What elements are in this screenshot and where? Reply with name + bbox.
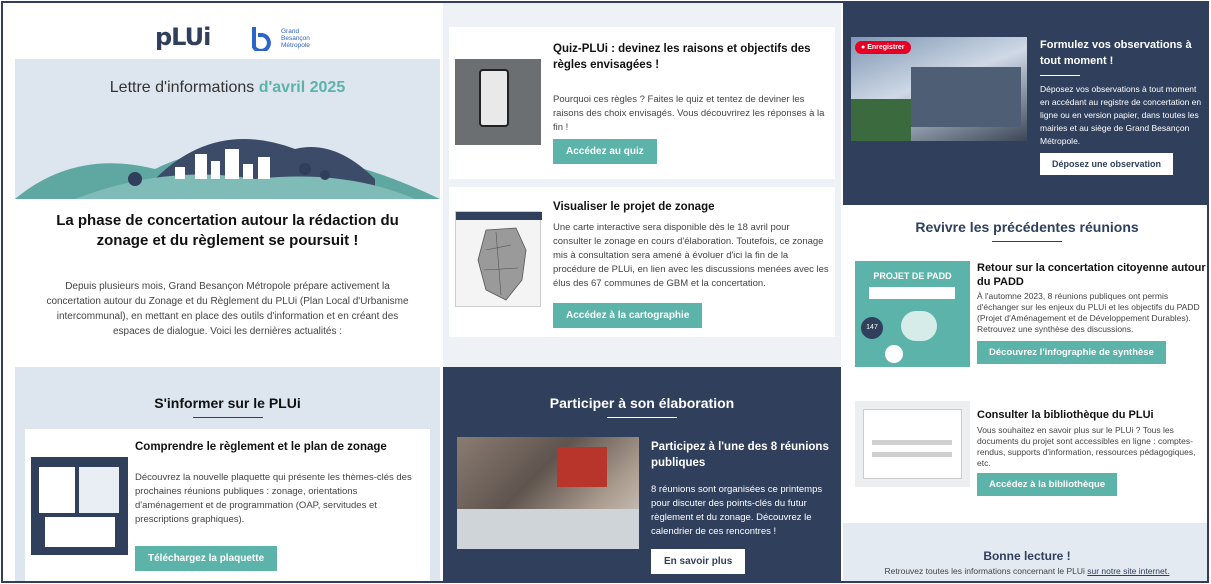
- padd-thumb-title: PROJET DE PADD: [873, 271, 952, 281]
- observations-text: Déposez vos observations à tout moment e…: [1040, 84, 1202, 146]
- divider: [192, 417, 263, 418]
- infographie-button[interactable]: Découvrez l'infographie de synthèse: [977, 341, 1166, 364]
- bibliotheque-thumbnail: [855, 401, 970, 487]
- participer-title: Participez à l'une des 8 réunions publiq…: [651, 441, 829, 469]
- column-right: ● Enregistrer Formulez vos observations …: [843, 3, 1207, 581]
- observations-photo: ● Enregistrer: [851, 37, 1027, 141]
- quiz-title: Quiz-PLUi : devinez les raisons et objec…: [553, 43, 811, 71]
- download-plaquette-button[interactable]: Téléchargez la plaquette: [135, 546, 278, 571]
- participer-heading: Participer à son élaboration: [549, 395, 735, 411]
- plaquette-thumbnail: [31, 457, 128, 555]
- cartographie-button[interactable]: Accédez à la cartographie: [553, 303, 703, 328]
- divider: [607, 417, 677, 418]
- reunion-photo: [457, 437, 639, 549]
- bibliotheque-text: Vous souhaitez en savoir plus sur le PLU…: [977, 425, 1196, 468]
- bibliotheque-button[interactable]: Accédez à la bibliothèque: [977, 473, 1118, 496]
- title-accent: d'avril 2025: [258, 79, 346, 96]
- plui-logo: pLUi: [155, 23, 211, 51]
- padd-title: Retour sur la concertation citoyenne aut…: [977, 262, 1206, 288]
- informer-heading: S'informer sur le PLUi: [15, 395, 440, 418]
- zonage-card: Visualiser le projet de zonage Une carte…: [449, 187, 835, 337]
- reunions-heading: Revivre les précédentes réunions: [915, 219, 1139, 235]
- observations-section: ● Enregistrer Formulez vos observations …: [843, 3, 1207, 205]
- newsletter-title: Lettre d'informations d'avril 2025: [15, 79, 440, 97]
- gbm-logo-line3: Métropole: [281, 42, 310, 49]
- logo-bar: pLUi Grand Besançon Métropole: [15, 3, 440, 59]
- plaquette-title: Comprendre le règlement et le plan de zo…: [135, 441, 387, 453]
- plaquette-card: Comprendre le règlement et le plan de zo…: [25, 429, 430, 581]
- hero-illustration: [15, 139, 440, 199]
- gbm-logo-line1: Grand: [281, 28, 300, 35]
- observations-title: Formulez vos observations à tout moment …: [1040, 39, 1192, 67]
- padd-thumb-number: 147: [861, 317, 883, 339]
- column-left: pLUi Grand Besançon Métropole Lettre d'i…: [15, 3, 440, 581]
- participer-text: 8 réunions sont organisées ce printemps …: [651, 484, 823, 537]
- zonage-map-thumbnail: [455, 211, 542, 307]
- en-savoir-plus-button[interactable]: En savoir plus: [651, 549, 746, 574]
- padd-text: À l'automne 2023, 8 réunions publiques o…: [977, 291, 1200, 334]
- pinterest-save-button[interactable]: ● Enregistrer: [855, 41, 911, 54]
- site-link[interactable]: sur notre site internet.: [1087, 566, 1169, 576]
- footer-section: Bonne lecture ! Retrouvez toutes les inf…: [843, 523, 1207, 581]
- quiz-thumbnail: [455, 59, 541, 145]
- title-prefix: Lettre d'informations: [109, 79, 259, 96]
- intro-text: Depuis plusieurs mois, Grand Besançon Mé…: [46, 281, 409, 337]
- gbm-logo-icon: [252, 27, 271, 53]
- divider: [992, 241, 1062, 242]
- pin-label: Enregistrer: [867, 44, 905, 51]
- padd-thumbnail: PROJET DE PADD 147: [855, 261, 970, 367]
- informer-section: S'informer sur le PLUi Comprendre le règ…: [15, 367, 440, 581]
- footer-text: Retrouvez toutes les informations concer…: [884, 566, 1088, 576]
- participer-section: Participer à son élaboration Participez …: [443, 367, 841, 581]
- gbm-logo: [251, 27, 273, 56]
- quiz-card: Quiz-PLUi : devinez les raisons et objec…: [449, 27, 835, 179]
- map-icon: [477, 227, 527, 301]
- column-middle: Quiz-PLUi : devinez les raisons et objec…: [443, 3, 841, 581]
- zonage-title: Visualiser le projet de zonage: [553, 201, 715, 213]
- footer-title: Bonne lecture !: [983, 549, 1071, 563]
- newsletter-frame: pLUi Grand Besançon Métropole Lettre d'i…: [1, 1, 1209, 583]
- main-headline: La phase de concertation autour la rédac…: [56, 212, 399, 249]
- deposer-observation-button[interactable]: Déposez une observation: [1040, 153, 1174, 175]
- reunions-section: Revivre les précédentes réunions PROJET …: [843, 205, 1207, 523]
- informer-heading-text: S'informer sur le PLUi: [154, 395, 301, 411]
- intro-section: La phase de concertation autour la rédac…: [15, 199, 440, 367]
- quiz-text: Pourquoi ces règles ? Faites le quiz et …: [553, 94, 825, 133]
- hero-area: Lettre d'informations d'avril 2025: [15, 59, 440, 199]
- divider: [1040, 75, 1080, 76]
- plaquette-text: Découvrez la nouvelle plaquette qui prés…: [135, 472, 412, 525]
- quiz-button[interactable]: Accédez au quiz: [553, 139, 657, 164]
- bibliotheque-title: Consulter la bibliothèque du PLUi: [977, 409, 1154, 421]
- gbm-logo-line2: Besançon: [281, 35, 310, 42]
- zonage-text: Une carte interactive sera disponible dè…: [553, 222, 829, 289]
